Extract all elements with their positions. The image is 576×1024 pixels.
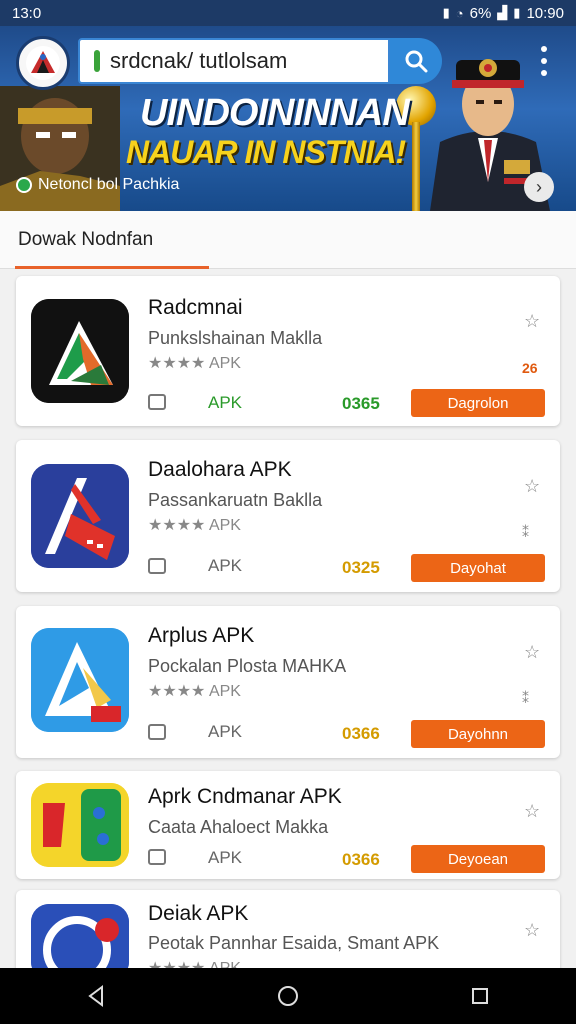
- calendar-icon: [148, 394, 166, 410]
- app-name: Deiak APK: [148, 902, 249, 925]
- app-name: Aprk Cndmanar APK: [148, 785, 342, 808]
- app-card[interactable]: Aprk Cndmanar APK Caata Ahaloect Makka A…: [16, 771, 560, 879]
- tab-downloads[interactable]: Dowak Nodnfan: [18, 229, 153, 251]
- signal-icon: ▟: [497, 5, 508, 20]
- app-name: Arplus APK: [148, 624, 255, 647]
- app-card[interactable]: Arplus APK Pockalan Plosta MAHKA ★★★★ AP…: [16, 606, 560, 758]
- side-badge: ⁑: [522, 690, 529, 706]
- system-nav-bar: [0, 968, 576, 1024]
- app-size: 0325: [342, 558, 380, 577]
- search-input[interactable]: srdcnak/ tutlolsam: [78, 38, 390, 84]
- app-size: 0365: [342, 394, 380, 413]
- app-logo[interactable]: [16, 36, 70, 90]
- app-type-label: APK: [208, 848, 243, 867]
- app-icon: [31, 783, 129, 867]
- app-rating: ★★★★ APK: [148, 517, 241, 534]
- app-icon: [31, 464, 129, 568]
- download-button[interactable]: Dayohnn: [411, 720, 545, 748]
- banner-caption: Netoncl bol Pachkia: [16, 176, 179, 194]
- recents-icon[interactable]: [460, 976, 500, 1016]
- app-developer: Peotak Pannhar Esaida, Smant APK: [148, 933, 440, 953]
- app-card[interactable]: Daalohara APK Passankaruatn Baklla ★★★★ …: [16, 440, 560, 592]
- bookmark-icon[interactable]: ☆: [524, 476, 542, 496]
- bookmark-icon[interactable]: ☆: [524, 801, 542, 821]
- tab-active-indicator: [15, 266, 209, 269]
- app-size: 0366: [342, 850, 380, 869]
- app-card[interactable]: Deiak APK Peotak Pannhar Esaida, Smant A…: [16, 890, 560, 980]
- app-developer: Passankaruatn Baklla: [148, 490, 323, 510]
- app-meta: [148, 724, 166, 740]
- app-type-label: APK: [208, 556, 243, 575]
- download-button[interactable]: Deyoean: [411, 845, 545, 873]
- app-type-label: APK: [208, 393, 243, 412]
- bookmark-icon[interactable]: ☆: [524, 920, 542, 940]
- app-rating: ★★★★ APK: [148, 355, 241, 372]
- app-meta: [148, 558, 166, 574]
- app-rating: ★★★★ APK: [148, 683, 241, 700]
- calendar-icon: [148, 558, 166, 574]
- download-button[interactable]: Dayohat: [411, 554, 545, 582]
- app-icon: [31, 299, 129, 403]
- banner-title: UINDOININNAN: [140, 92, 410, 134]
- side-badge: ⁑: [522, 524, 529, 540]
- battery-percent: 6%: [469, 4, 492, 22]
- app-name: Radcmnai: [148, 296, 243, 319]
- download-button[interactable]: Dagrolon: [411, 389, 545, 417]
- status-clock: 10:90: [526, 4, 564, 22]
- app-card[interactable]: Radcmnai Punkslshainan Maklla ★★★★ APK A…: [16, 276, 560, 426]
- calendar-icon: [148, 849, 166, 865]
- side-badge: 26: [522, 360, 538, 376]
- calendar-icon: [148, 724, 166, 740]
- app-icon: [31, 628, 129, 732]
- banner-next-button[interactable]: ›: [524, 172, 554, 202]
- search-field-marker: [94, 50, 100, 72]
- bookmark-icon[interactable]: ☆: [524, 311, 542, 331]
- header-banner: srdcnak/ tutlolsam UINDOININNAN NAUAR IN…: [0, 26, 576, 211]
- status-icons: ▮ ◔ 6% ▟ ▮ 10:90: [443, 5, 564, 22]
- app-developer: Caata Ahaloect Makka: [148, 817, 329, 837]
- back-icon[interactable]: [76, 976, 116, 1016]
- app-meta: [148, 394, 166, 410]
- app-developer: Pockalan Plosta MAHKA: [148, 656, 347, 676]
- app-developer: Punkslshainan Maklla: [148, 328, 323, 348]
- banner-subtitle: NAUAR IN NSTNIA!: [126, 134, 406, 170]
- app-type-label: APK: [208, 722, 243, 741]
- banner-caption-text: Netoncl bol Pachkia: [38, 176, 180, 193]
- search-query-text: srdcnak/ tutlolsam: [110, 48, 288, 73]
- status-bar: 13:0 ▮ ◔ 6% ▟ ▮ 10:90: [0, 0, 576, 26]
- vibrate-icon: ▮: [442, 5, 450, 20]
- caption-badge-icon: [16, 177, 32, 193]
- status-time: 13:0: [12, 4, 42, 22]
- category-tab-strip: Dowak Nodnfan: [0, 211, 576, 269]
- app-meta: [148, 849, 166, 865]
- home-icon[interactable]: [268, 976, 308, 1016]
- wifi-icon: ◔: [455, 5, 464, 21]
- app-size: 0366: [342, 724, 380, 743]
- battery-icon: ▮: [513, 5, 521, 20]
- bookmark-icon[interactable]: ☆: [524, 642, 542, 662]
- app-name: Daalohara APK: [148, 458, 292, 481]
